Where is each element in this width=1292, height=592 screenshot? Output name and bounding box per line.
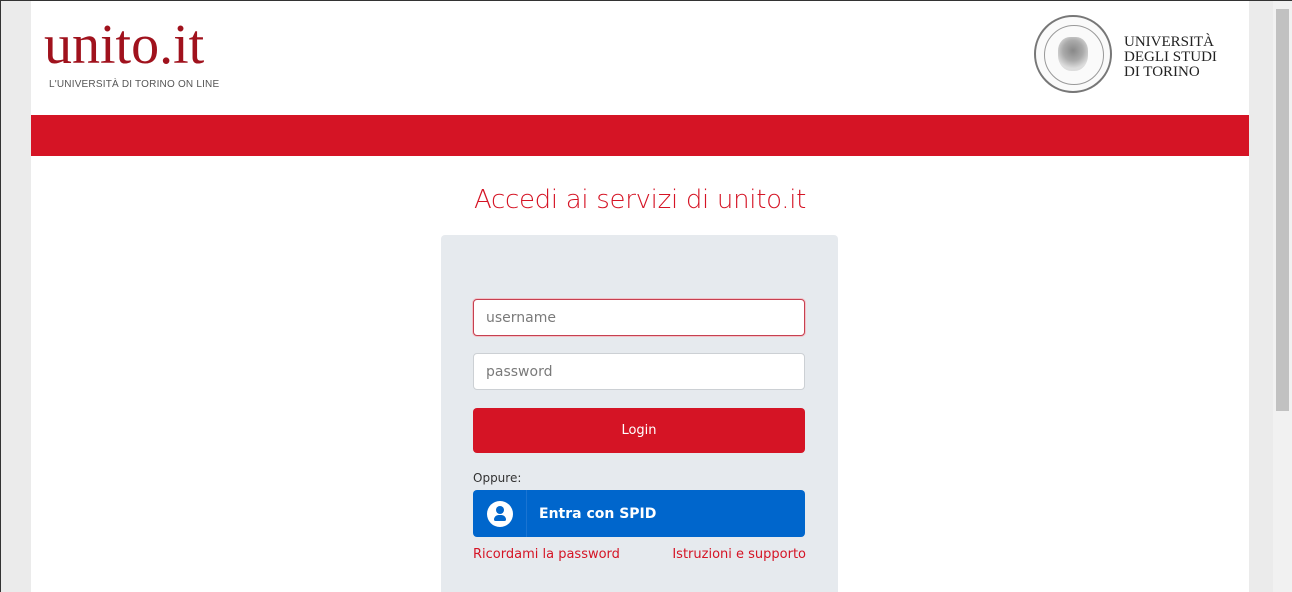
help-link[interactable]: Istruzioni e supporto	[672, 547, 806, 562]
unito-logo-link[interactable]: unito.it L'UNIVERSITÀ DI TORINO ON LINE	[44, 14, 220, 90]
logo-text: unito.it	[44, 14, 205, 76]
login-panel: Login Oppure: Entra con SPID Ricordami l…	[441, 235, 838, 592]
logo-tagline: L'UNIVERSITÀ DI TORINO ON LINE	[49, 79, 220, 90]
or-label: Oppure:	[473, 471, 522, 485]
scrollbar-thumb[interactable]	[1276, 9, 1289, 411]
spid-label: Entra con SPID	[539, 505, 657, 522]
university-brand: UNIVERSITÀ DEGLI STUDI DI TORINO	[1034, 15, 1217, 93]
spid-login-button[interactable]: Entra con SPID	[473, 490, 805, 537]
username-input[interactable]	[473, 299, 805, 336]
university-name: UNIVERSITÀ DEGLI STUDI DI TORINO	[1124, 35, 1217, 80]
login-button[interactable]: Login	[473, 408, 805, 453]
university-name-line-2: DEGLI STUDI	[1124, 49, 1217, 65]
university-name-line-1: UNIVERSITÀ	[1124, 34, 1214, 50]
page: unito.it L'UNIVERSITÀ DI TORINO ON LINE …	[31, 1, 1249, 592]
university-name-line-3: DI TORINO	[1124, 64, 1200, 80]
red-banner	[31, 115, 1249, 156]
spid-icon-cell	[473, 490, 527, 537]
site-header: unito.it L'UNIVERSITÀ DI TORINO ON LINE …	[31, 1, 1249, 115]
password-input[interactable]	[473, 353, 805, 390]
remember-password-link[interactable]: Ricordami la password	[473, 547, 620, 562]
user-circle-icon	[486, 500, 513, 527]
university-seal-icon	[1034, 15, 1112, 93]
vertical-scrollbar[interactable]	[1273, 1, 1292, 592]
page-title: Accedi ai servizi di unito.it	[473, 185, 807, 215]
